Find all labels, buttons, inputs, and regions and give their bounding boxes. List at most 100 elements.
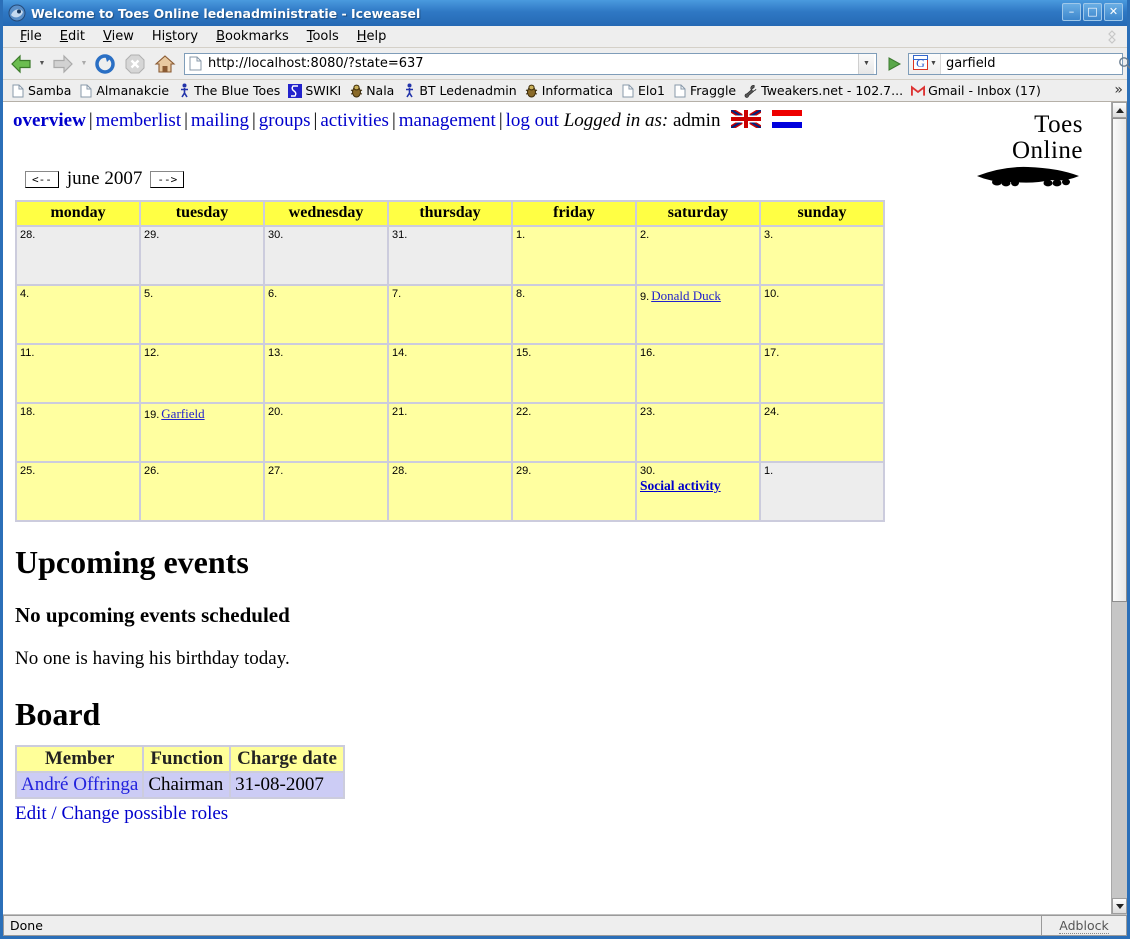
- content-area: overview | memberlist | mailing | groups | activ…: [3, 102, 1127, 914]
- reload-icon[interactable]: [91, 51, 119, 77]
- calendar-day-cell[interactable]: 4.: [17, 286, 139, 343]
- calendar-day-cell[interactable]: 6.: [265, 286, 387, 343]
- calendar-day-number: 29.: [144, 229, 160, 241]
- calendar-day-cell[interactable]: 18.: [17, 404, 139, 461]
- nav-link-management[interactable]: management: [399, 110, 496, 131]
- close-button[interactable]: ✕: [1104, 3, 1123, 21]
- bookmark-informatica[interactable]: Informatica: [523, 83, 619, 98]
- url-dropdown-icon[interactable]: ▼: [858, 53, 874, 74]
- nl-flag-icon[interactable]: [771, 110, 802, 134]
- maximize-button[interactable]: □: [1083, 3, 1102, 21]
- calendar-day-cell[interactable]: 28.: [389, 463, 511, 520]
- minimize-button[interactable]: –: [1062, 3, 1081, 21]
- calendar-day-cell[interactable]: 21.: [389, 404, 511, 461]
- calendar-day-cell[interactable]: 28.: [17, 227, 139, 284]
- bookmark-elo1[interactable]: Elo1: [619, 83, 671, 98]
- board-column-header: Charge date: [231, 747, 343, 771]
- menu-tools[interactable]: Tools: [298, 27, 348, 46]
- calendar-day-header: sunday: [761, 202, 883, 225]
- calendar-day-cell[interactable]: 29.: [141, 227, 263, 284]
- calendar-day-cell[interactable]: 23.: [637, 404, 759, 461]
- calendar-day-cell[interactable]: 11.: [17, 345, 139, 402]
- go-icon[interactable]: [882, 52, 906, 76]
- search-input[interactable]: [940, 55, 1118, 72]
- calendar-day-cell[interactable]: 15.: [513, 345, 635, 402]
- scroll-up-button[interactable]: [1112, 102, 1127, 118]
- nav-link-overview[interactable]: overview: [13, 110, 86, 131]
- calendar-day-cell[interactable]: 2.: [637, 227, 759, 284]
- bookmark-samba[interactable]: Samba: [9, 83, 77, 98]
- url-input[interactable]: [206, 55, 858, 72]
- nav-link-memberlist[interactable]: memberlist: [96, 110, 181, 131]
- search-engine-dropdown-icon[interactable]: ▼: [930, 60, 937, 67]
- home-icon[interactable]: [151, 51, 179, 77]
- bookmark-fraggle[interactable]: Fraggle: [671, 83, 742, 98]
- menu-bookmarks[interactable]: Bookmarks: [207, 27, 298, 46]
- bookmarks-overflow-icon[interactable]: »: [1114, 82, 1123, 98]
- menu-history[interactable]: History: [143, 27, 207, 46]
- calendar-day-cell[interactable]: 3.: [761, 227, 883, 284]
- menu-view[interactable]: View: [94, 27, 143, 46]
- uk-flag-icon[interactable]: [729, 107, 763, 134]
- calendar-day-cell[interactable]: 29.: [513, 463, 635, 520]
- bookmark-swiki[interactable]: SWIKI: [286, 83, 347, 98]
- calendar-day-cell[interactable]: 14.: [389, 345, 511, 402]
- bookmark-label: Informatica: [541, 83, 614, 98]
- customize-icon[interactable]: [1105, 30, 1119, 44]
- calendar-day-cell[interactable]: 26.: [141, 463, 263, 520]
- calendar-event-link[interactable]: Social activity: [640, 478, 759, 494]
- scrollbar-track[interactable]: [1112, 118, 1127, 898]
- calendar-day-cell[interactable]: 31.: [389, 227, 511, 284]
- calendar-day-number: 9.: [640, 291, 650, 303]
- vertical-scrollbar[interactable]: [1111, 102, 1127, 914]
- calendar-day-cell[interactable]: 8.: [513, 286, 635, 343]
- search-bar[interactable]: G ▼: [908, 52, 1130, 75]
- calendar-event-link[interactable]: Donald Duck: [651, 288, 721, 303]
- previous-month-button[interactable]: <--: [25, 170, 59, 188]
- menu-edit[interactable]: Edit: [51, 27, 94, 46]
- back-dropdown-icon[interactable]: ▼: [37, 51, 47, 77]
- nav-link-mailing[interactable]: mailing: [191, 110, 249, 131]
- calendar-day-cell[interactable]: 30. Social activity: [637, 463, 759, 520]
- calendar-day-cell[interactable]: 16.: [637, 345, 759, 402]
- bookmark-bt-ledenadmin[interactable]: BT Ledenadmin: [400, 83, 522, 98]
- adblock-button[interactable]: Adblock: [1042, 915, 1127, 936]
- edit-change-roles-link[interactable]: Edit / Change possible roles: [15, 803, 1111, 825]
- calendar-event-link[interactable]: Garfield: [161, 406, 204, 421]
- nav-link-logout[interactable]: log out: [506, 110, 559, 131]
- back-arrow-icon[interactable]: [7, 51, 35, 77]
- calendar-day-cell[interactable]: 13.: [265, 345, 387, 402]
- calendar-day-cell[interactable]: 1.: [761, 463, 883, 520]
- calendar-day-cell[interactable]: 10.: [761, 286, 883, 343]
- calendar-day-cell[interactable]: 27.: [265, 463, 387, 520]
- scroll-down-button[interactable]: [1112, 898, 1127, 914]
- calendar-day-cell[interactable]: 17.: [761, 345, 883, 402]
- calendar-day-cell[interactable]: 5.: [141, 286, 263, 343]
- board-member-link[interactable]: André Offringa: [21, 774, 138, 795]
- calendar-day-cell[interactable]: 30.: [265, 227, 387, 284]
- next-month-button[interactable]: -->: [150, 170, 185, 188]
- nav-link-groups[interactable]: groups: [259, 110, 311, 131]
- bookmark-almanakcie[interactable]: Almanakcie: [77, 83, 175, 98]
- search-engine-selector[interactable]: G ▼: [909, 53, 941, 74]
- bookmark-nala[interactable]: Nala: [347, 83, 400, 98]
- calendar-day-cell[interactable]: 9. Donald Duck: [637, 286, 759, 343]
- bookmark-tweakers[interactable]: Tweakers.net - 102.7...: [742, 83, 909, 98]
- search-icon[interactable]: [1118, 56, 1130, 71]
- calendar-day-cell[interactable]: 12.: [141, 345, 263, 402]
- calendar-day-cell[interactable]: 7.: [389, 286, 511, 343]
- bookmark-the-blue-toes[interactable]: The Blue Toes: [175, 83, 286, 98]
- calendar-day-cell[interactable]: 1.: [513, 227, 635, 284]
- scrollbar-thumb[interactable]: [1112, 118, 1127, 602]
- calendar-day-cell[interactable]: 25.: [17, 463, 139, 520]
- calendar-day-cell[interactable]: 19. Garfield: [141, 404, 263, 461]
- address-bar[interactable]: ▼: [184, 52, 877, 75]
- nav-link-activities[interactable]: activities: [320, 110, 389, 131]
- menu-help[interactable]: Help: [348, 27, 396, 46]
- calendar-day-cell[interactable]: 24.: [761, 404, 883, 461]
- bookmark-gmail[interactable]: Gmail - Inbox (17): [909, 83, 1047, 98]
- board-header-row: Member Function Charge date: [17, 747, 343, 771]
- calendar-day-cell[interactable]: 20.: [265, 404, 387, 461]
- menu-file[interactable]: File: [11, 27, 51, 46]
- calendar-day-cell[interactable]: 22.: [513, 404, 635, 461]
